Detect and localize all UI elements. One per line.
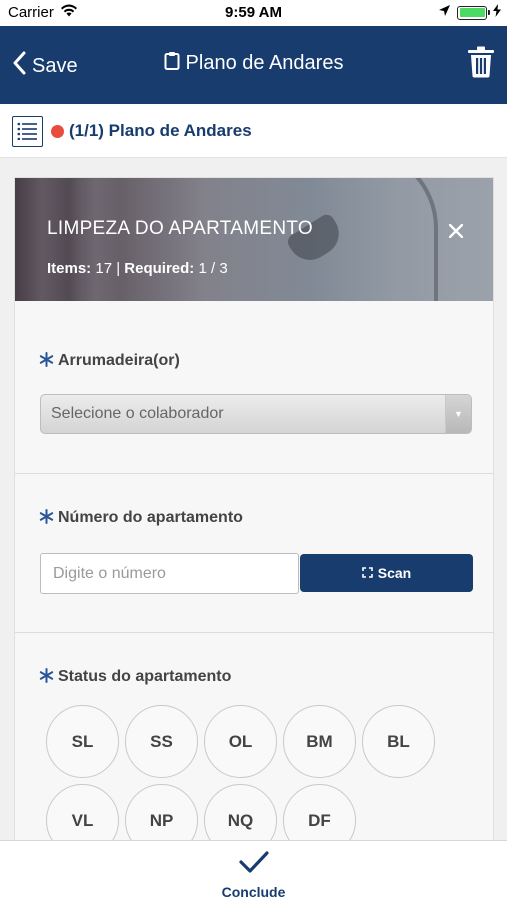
status-option-ol[interactable]: OL bbox=[204, 705, 277, 778]
navigation-bar: Save Plano de Andares bbox=[0, 26, 507, 104]
required-value: 1 / 3 bbox=[198, 260, 228, 277]
room-status-label: Status do apartamento bbox=[39, 667, 231, 687]
required-asterisk-icon bbox=[39, 351, 54, 371]
scan-button[interactable]: Scan bbox=[300, 554, 473, 592]
status-option-bl[interactable]: BL bbox=[362, 705, 435, 778]
form-title: (1/1) Plano de Andares bbox=[69, 121, 252, 140]
checkmark-icon bbox=[0, 849, 507, 875]
section-card: LIMPEZA DO APARTAMENTO Items: 17 | Requi… bbox=[14, 177, 494, 900]
required-asterisk-icon bbox=[39, 667, 54, 687]
charging-bolt-icon bbox=[493, 4, 501, 21]
close-icon bbox=[448, 214, 464, 244]
battery-icon bbox=[457, 5, 490, 20]
trash-icon bbox=[467, 46, 495, 82]
room-number-label-text: Número do apartamento bbox=[58, 509, 243, 526]
page-title-text: Plano de Andares bbox=[185, 52, 344, 74]
housekeeper-select-value: Selecione o colaborador bbox=[51, 405, 224, 422]
status-bar: Carrier 9:59 AM bbox=[0, 0, 507, 26]
room-status-options: SL SS OL BM BL VL NP NQ DF bbox=[46, 705, 466, 857]
list-icon[interactable] bbox=[12, 116, 43, 147]
status-option-bm[interactable]: BM bbox=[283, 705, 356, 778]
conclude-button[interactable]: Conclude bbox=[0, 840, 507, 900]
room-status-label-text: Status do apartamento bbox=[58, 668, 232, 685]
scan-frame-icon bbox=[361, 565, 373, 581]
items-label: Items: bbox=[47, 260, 92, 277]
chevron-down-icon: ▼ bbox=[445, 395, 471, 433]
status-right bbox=[438, 4, 501, 21]
section-meta: Items: 17 | Required: 1 / 3 bbox=[47, 260, 228, 277]
room-number-input[interactable] bbox=[40, 553, 299, 594]
items-value: 17 bbox=[95, 260, 113, 277]
clipboard-icon bbox=[164, 51, 180, 76]
section-hero: LIMPEZA DO APARTAMENTO Items: 17 | Requi… bbox=[15, 178, 493, 301]
required-label: Required: bbox=[124, 260, 195, 277]
housekeeper-label: Arrumadeira(or) bbox=[39, 351, 180, 371]
housekeeper-label-text: Arrumadeira(or) bbox=[58, 352, 180, 369]
close-section-button[interactable] bbox=[448, 214, 464, 245]
conclude-label: Conclude bbox=[221, 884, 286, 900]
meta-separator: | bbox=[116, 260, 121, 277]
status-dot bbox=[51, 125, 64, 138]
housekeeper-section: Arrumadeira(or) Selecione o colaborador … bbox=[15, 301, 493, 474]
scan-button-label: Scan bbox=[377, 565, 412, 581]
delete-button[interactable] bbox=[467, 46, 495, 83]
form-header: (1/1) Plano de Andares bbox=[0, 104, 507, 158]
housekeeper-select[interactable]: Selecione o colaborador ▼ bbox=[40, 394, 472, 434]
battery-fill bbox=[459, 8, 485, 17]
status-option-ss[interactable]: SS bbox=[125, 705, 198, 778]
required-asterisk-icon bbox=[39, 508, 54, 528]
page-title: Plano de Andares bbox=[0, 51, 507, 76]
status-option-sl[interactable]: SL bbox=[46, 705, 119, 778]
section-title: LIMPEZA DO APARTAMENTO bbox=[47, 218, 313, 239]
location-arrow-icon bbox=[438, 4, 451, 21]
room-number-section: Número do apartamento Scan bbox=[15, 474, 493, 633]
room-number-label: Número do apartamento bbox=[39, 508, 243, 528]
status-time: 9:59 AM bbox=[225, 4, 282, 21]
